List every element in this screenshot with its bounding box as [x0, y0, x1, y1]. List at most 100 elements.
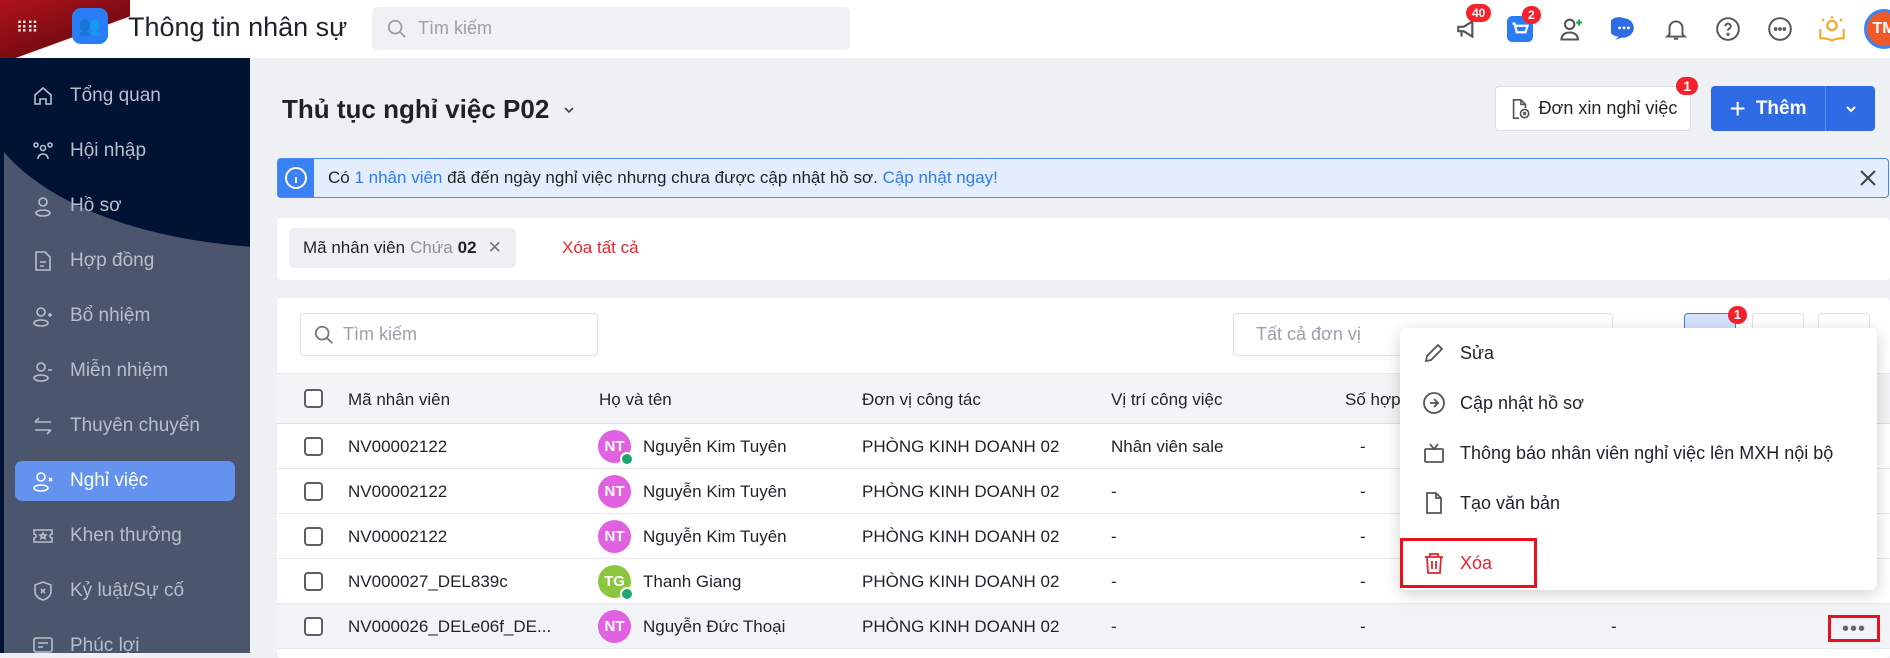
table-row[interactable]: NV000026_DELe06f_DE... NT Nguyễn Đức Thoại… [277, 604, 1890, 649]
delete-highlight [1400, 538, 1537, 588]
menu-label: Thông báo nhân viên nghỉ việc lên MXH nộ… [1460, 442, 1834, 463]
sidebar-item-label: Tổng quan [70, 85, 161, 106]
sidebar-item-user-minus[interactable]: Miễn nhiệm [15, 351, 235, 391]
menu-item-announce[interactable]: Thông báo nhân viên nghỉ việc lên MXH nộ… [1400, 428, 1877, 478]
employee-code: NV00002122 [348, 527, 448, 546]
row-checkbox[interactable] [304, 527, 323, 546]
add-main-button[interactable]: + Thêm [1711, 86, 1826, 131]
column-header-code[interactable]: Mã nhân viên [348, 390, 450, 410]
employee-name[interactable]: Nguyễn Kim Tuyên [643, 482, 787, 502]
leave-request-label: Đơn xin nghỉ việc [1538, 98, 1678, 118]
announcement-button[interactable]: 40 [1442, 0, 1494, 58]
user-plus-icon [33, 307, 52, 327]
row-checkbox[interactable] [304, 617, 323, 636]
menu-item-update-profile[interactable]: Cập nhật hồ sơ [1400, 378, 1877, 428]
clear-all-filters[interactable]: Xóa tất cả [562, 238, 639, 258]
sidebar-item-label: Khen thưởng [70, 525, 182, 546]
column-header-unit[interactable]: Đơn vị công tác [862, 390, 981, 410]
transfer-icon [34, 417, 52, 435]
add-button[interactable]: + Thêm [1711, 86, 1875, 131]
employee-code: NV000027_DEL839c [348, 572, 508, 591]
more-apps-button[interactable] [1754, 0, 1806, 58]
announcement-badge: 40 [1466, 4, 1492, 22]
sidebar-item-ticket-star[interactable]: Khen thưởng [15, 516, 235, 556]
sidebar-item-user-plus[interactable]: Bổ nhiệm [15, 296, 235, 336]
user-plus-icon [1560, 18, 1582, 41]
column-header-position[interactable]: Vị trí công việc [1111, 390, 1223, 410]
employee-name[interactable]: Thanh Giang [643, 572, 741, 592]
guide-button[interactable] [1806, 0, 1858, 58]
filter-chip[interactable]: Mã nhân viên Chứa 02 ✕ [289, 228, 516, 268]
remove-filter-icon[interactable]: ✕ [488, 238, 502, 258]
sidebar-item-transfer[interactable]: Thuyên chuyển [15, 406, 235, 446]
employee-code: NV000026_DELe06f_DE... [348, 617, 552, 636]
sidebar-item-label: Hội nhập [70, 140, 147, 161]
add-user-button[interactable] [1546, 0, 1598, 58]
menu-label: Cập nhật hồ sơ [1460, 392, 1584, 413]
sidebar-item-label: Hồ sơ [70, 195, 122, 216]
employee-position: - [1111, 617, 1117, 636]
leave-request-button[interactable]: Đơn xin nghỉ việc 1 [1495, 77, 1698, 131]
home-icon [34, 86, 52, 105]
app-title: Thông tin nhân sự [128, 12, 348, 42]
row-checkbox[interactable] [304, 572, 323, 591]
chat-icon [1611, 17, 1634, 40]
close-icon[interactable] [1856, 166, 1880, 190]
avatar: NT [598, 520, 631, 553]
employee-name[interactable]: Nguyễn Kim Tuyên [643, 437, 787, 457]
avatar: TG [598, 565, 634, 601]
global-search-input[interactable]: Tìm kiếm [372, 7, 850, 50]
cart-button[interactable]: 2 [1494, 0, 1546, 58]
page-title[interactable]: Thủ tục nghỉ việc P02 [282, 94, 577, 125]
menu-item-create-document[interactable]: Tạo văn bản [1400, 478, 1877, 528]
search-icon [387, 19, 406, 38]
bell-icon [1664, 20, 1688, 40]
alert-message: đã đến ngày nghỉ việc nhưng chưa được cậ… [447, 168, 878, 187]
add-dropdown-button[interactable] [1826, 101, 1875, 117]
contract-number: - [1360, 437, 1366, 456]
employee-name[interactable]: Nguyễn Kim Tuyên [643, 527, 787, 547]
verified-icon [620, 587, 634, 601]
employee-unit: PHÒNG KINH DOANH 02 [862, 527, 1060, 546]
alert-update-link[interactable]: Cập nhật ngay! [883, 168, 998, 187]
select-all-checkbox[interactable] [304, 389, 323, 408]
chevron-down-icon[interactable] [561, 102, 577, 118]
sidebar-item-benefit[interactable]: Phúc lợi [15, 626, 235, 653]
filter-operator: Chứa [410, 238, 453, 257]
filter-field: Mã nhân viên [303, 238, 406, 257]
column-header-name[interactable]: Họ và tên [599, 390, 672, 410]
app-logo[interactable]: ⠿⠿ 👥 [0, 0, 130, 58]
employee-name[interactable]: Nguyễn Đức Thoại [643, 617, 785, 637]
app-grid-icon[interactable]: ⠿⠿ [16, 18, 38, 38]
table-search-input[interactable]: Tìm kiếm [300, 313, 598, 356]
avatar-initials: NT [604, 438, 625, 455]
sidebar-item-home[interactable]: Tổng quan [15, 76, 235, 116]
info-alert: Có 1 nhân viên đã đến ngày nghỉ việc như… [277, 158, 1889, 198]
sidebar-item-label: Phúc lợi [70, 635, 140, 653]
employee-position: - [1111, 572, 1117, 591]
row-more-button[interactable]: ••• [1828, 615, 1880, 642]
row-checkbox[interactable] [304, 437, 323, 456]
sidebar-item-user-x[interactable]: Nghỉ việc [15, 461, 235, 501]
hr-app-icon: 👥 [72, 8, 108, 44]
help-button[interactable] [1702, 0, 1754, 58]
info-icon [285, 167, 307, 189]
row-checkbox[interactable] [304, 482, 323, 501]
column-header-contract[interactable]: Số hợp [1345, 390, 1401, 410]
sidebar-item-label: Hợp đồng [70, 250, 155, 271]
notification-button[interactable] [1650, 0, 1702, 58]
user-avatar[interactable]: TM [1864, 9, 1890, 49]
shield-x-icon [34, 581, 52, 601]
sidebar-item-document[interactable]: Hợp đồng [15, 241, 235, 281]
avatar-initials: NT [604, 618, 625, 635]
sidebar-item-label: Miễn nhiệm [70, 360, 169, 381]
menu-item-edit[interactable]: Sửa [1400, 328, 1877, 378]
sidebar-item-user[interactable]: Hồ sơ [15, 186, 235, 226]
filter-bar: Mã nhân viên Chứa 02 ✕ Xóa tất cả [277, 218, 1890, 280]
sidebar-item-group[interactable]: Hội nhập [15, 131, 235, 171]
alert-employee-link[interactable]: 1 nhân viên [354, 168, 442, 187]
arrow-right-circle-icon [1423, 392, 1445, 414]
sidebar-item-shield-x[interactable]: Kỷ luật/Sự cố [15, 571, 235, 611]
chat-button[interactable] [1598, 0, 1650, 58]
ellipsis-circle-icon [1768, 17, 1792, 41]
